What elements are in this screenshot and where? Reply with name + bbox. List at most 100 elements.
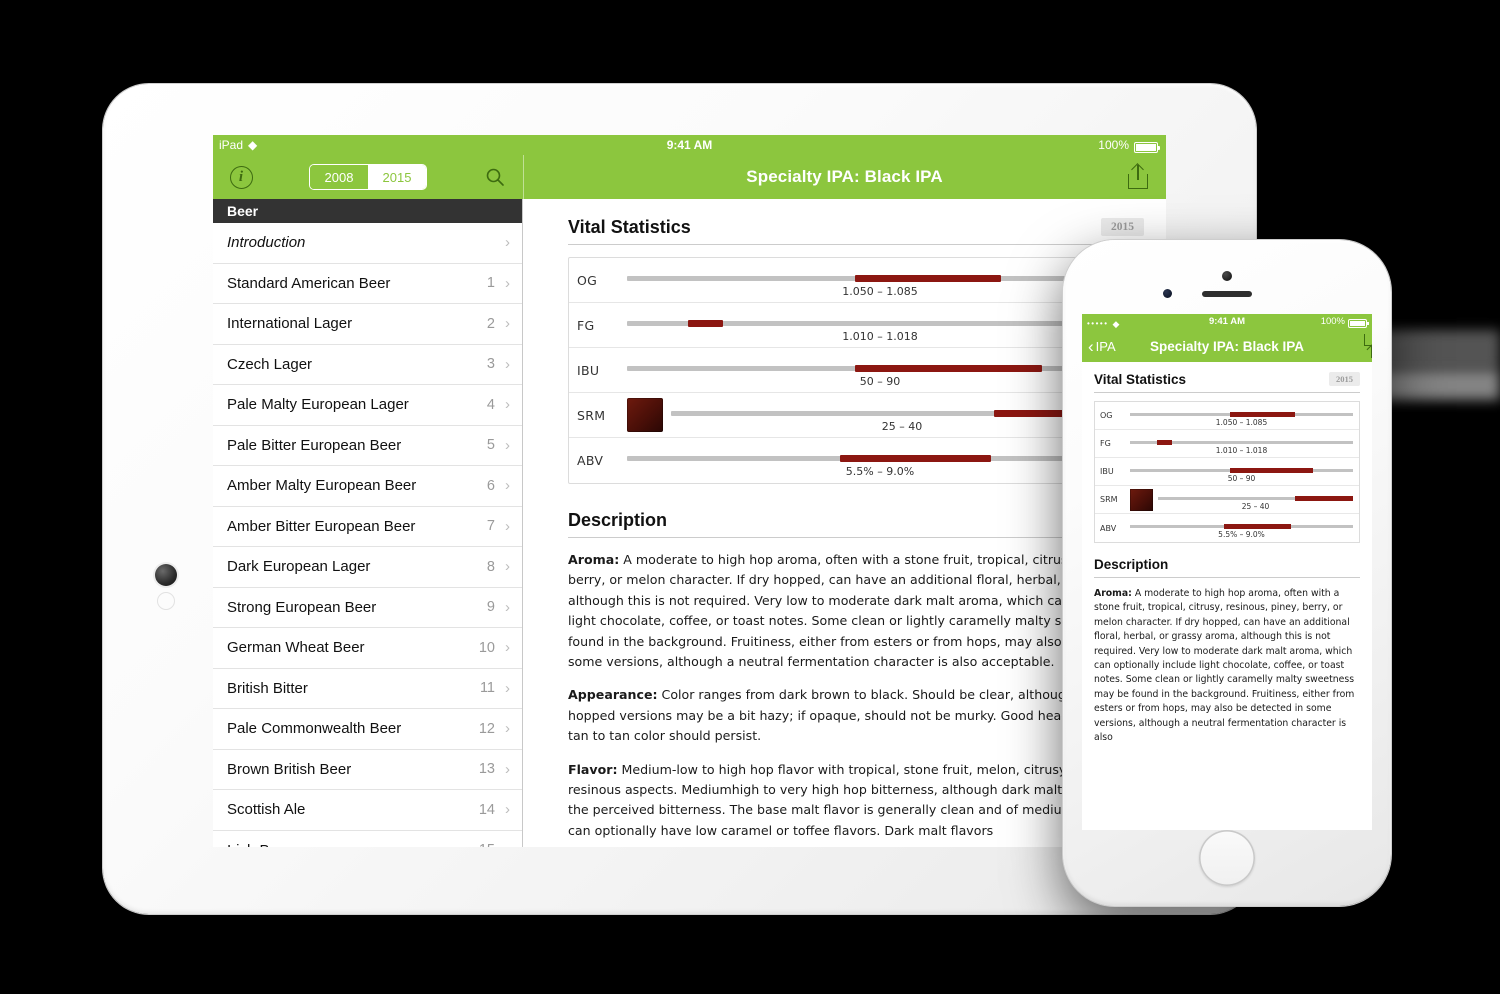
stat-row: SRM 25 – 40 bbox=[569, 393, 1143, 438]
list-item-number: 8 bbox=[486, 558, 495, 575]
chevron-right-icon: › bbox=[505, 355, 510, 373]
master-rows-container: Introduction › Standard American Beer 1 › Int… bbox=[213, 223, 522, 847]
stat-track-wrap: 5.5% – 9.0% bbox=[1130, 514, 1353, 542]
paragraph-term: Aroma: bbox=[568, 552, 620, 567]
screenshot-stage: iPad ◆ 9:41 AM 100% i 2008 2015 Specialt… bbox=[0, 0, 1500, 994]
stat-row: IBU 50 – 90 bbox=[569, 348, 1143, 393]
share-icon-glyph bbox=[1128, 163, 1148, 189]
list-item[interactable]: Amber Malty European Beer 6 › bbox=[213, 466, 522, 507]
list-item-number: 9 bbox=[486, 599, 495, 616]
master-list-header: Beer bbox=[213, 199, 522, 223]
list-item-label: Dark European Lager bbox=[227, 558, 371, 576]
stat-row: FG 1.010 – 1.018 bbox=[1095, 430, 1359, 458]
chevron-right-icon: › bbox=[505, 558, 510, 576]
list-item[interactable]: Pale Malty European Lager 4 › bbox=[213, 385, 522, 426]
list-item[interactable]: International Lager 2 › bbox=[213, 304, 522, 345]
description-heading: Description bbox=[568, 510, 1144, 538]
stat-track-wrap: 1.010 – 1.018 bbox=[627, 303, 1133, 347]
list-item-number: 2 bbox=[486, 315, 495, 332]
stat-track-wrap: 50 – 90 bbox=[627, 348, 1133, 392]
stat-value-label: 50 – 90 bbox=[859, 375, 901, 388]
stat-row: SRM 25 – 40 bbox=[1095, 486, 1359, 514]
list-item[interactable]: German Wheat Beer 10 › bbox=[213, 628, 522, 669]
segment-2015[interactable]: 2015 bbox=[368, 165, 426, 189]
list-item[interactable]: Scottish Ale 14 › bbox=[213, 790, 522, 831]
list-item-label: Amber Bitter European Beer bbox=[227, 517, 416, 535]
ipad-screen: iPad ◆ 9:41 AM 100% i 2008 2015 Specialt… bbox=[213, 135, 1166, 847]
iphone-status-right: 100% bbox=[1321, 314, 1369, 330]
iphone-navbar: ‹ IPA Specialty IPA: Black IPA bbox=[1082, 330, 1372, 362]
paragraph-term: Appearance: bbox=[568, 687, 658, 703]
chevron-right-icon: › bbox=[505, 639, 510, 657]
list-item-number: 11 bbox=[479, 680, 495, 697]
stat-range-bar bbox=[1294, 496, 1353, 501]
chevron-right-icon: › bbox=[505, 436, 510, 454]
info-icon-label: i bbox=[229, 165, 253, 189]
stat-track-wrap: 50 – 90 bbox=[1130, 458, 1353, 485]
list-item-label: German Wheat Beer bbox=[227, 639, 365, 657]
list-item-label: Pale Bitter European Beer bbox=[227, 436, 402, 454]
list-item[interactable]: Introduction › bbox=[213, 223, 522, 264]
list-item[interactable]: Irish Beer15 › bbox=[213, 830, 522, 847]
list-item-label: Introduction bbox=[227, 234, 306, 252]
stat-label: ABV bbox=[1100, 523, 1117, 533]
srm-color-swatch bbox=[1130, 488, 1153, 511]
list-item[interactable]: Amber Bitter European Beer 7 › bbox=[213, 506, 522, 547]
year-segmented-control[interactable]: 2008 2015 bbox=[309, 164, 427, 190]
stat-value-label: 50 – 90 bbox=[1227, 474, 1256, 483]
stat-value-label: 25 – 40 bbox=[1241, 502, 1270, 511]
chevron-right-icon: › bbox=[505, 679, 510, 697]
iphone-page-title: Specialty IPA: Black IPA bbox=[1149, 338, 1305, 354]
battery-icon bbox=[1134, 141, 1160, 153]
stat-track-wrap: 5.5% – 9.0% bbox=[627, 438, 1133, 483]
earpiece-speaker bbox=[1202, 291, 1252, 297]
stat-value-label: 1.010 – 1.018 bbox=[842, 330, 918, 343]
chevron-right-icon: › bbox=[505, 315, 510, 333]
list-item-label: Standard American Beer bbox=[227, 274, 391, 292]
stat-range-bar bbox=[687, 320, 724, 327]
stat-row: ABV 5.5% – 9.0% bbox=[569, 438, 1143, 483]
iphone-vital-statistics-title: Vital Statistics bbox=[1094, 372, 1187, 387]
stat-label: OG bbox=[577, 272, 598, 288]
list-item[interactable]: Czech Lager 3 › bbox=[213, 344, 522, 385]
vital-statistics-heading: Vital Statistics 2015 bbox=[568, 217, 1144, 245]
segment-2008[interactable]: 2008 bbox=[310, 165, 368, 189]
list-item[interactable]: Pale Commonwealth Beer 12 › bbox=[213, 709, 522, 750]
list-item[interactable]: Strong European Beer 9 › bbox=[213, 587, 522, 628]
page-title: Specialty IPA: Black IPA bbox=[746, 167, 943, 186]
stat-range-bar bbox=[854, 275, 1002, 282]
list-item-label: Scottish Ale bbox=[227, 801, 306, 819]
search-icon[interactable] bbox=[481, 163, 509, 191]
stat-row: ABV 5.5% – 9.0% bbox=[1095, 514, 1359, 542]
status-right: 100% bbox=[1098, 135, 1160, 155]
iphone-vital-statistics-table: OG 1.050 – 1.085 FG 1.010 – 1.018 IBU 50 – 90… bbox=[1094, 401, 1360, 543]
stat-row: FG 1.010 – 1.018 bbox=[569, 303, 1143, 348]
list-item-label: Strong European Beer bbox=[227, 598, 377, 616]
stat-track-wrap: 25 – 40 bbox=[1158, 486, 1353, 513]
iphone-home-button[interactable] bbox=[1199, 830, 1255, 886]
srm-color-swatch bbox=[627, 398, 663, 432]
stat-row: OG 1.050 – 1.085 bbox=[1095, 402, 1359, 430]
info-icon[interactable]: i bbox=[227, 163, 255, 191]
list-item[interactable]: British Bitter 11 › bbox=[213, 668, 522, 709]
stat-label: SRM bbox=[577, 407, 606, 423]
chevron-right-icon: › bbox=[505, 801, 510, 819]
front-camera-icon bbox=[1222, 271, 1232, 281]
list-item-number: 6 bbox=[486, 477, 495, 494]
chevron-right-icon: › bbox=[505, 843, 510, 847]
ipad-home-button[interactable] bbox=[155, 564, 177, 586]
iphone-paragraph-aroma: Aroma: A moderate to high hop aroma, oft… bbox=[1094, 587, 1360, 745]
search-icon-svg bbox=[486, 168, 504, 186]
iphone-description-heading: Description bbox=[1094, 557, 1360, 578]
list-item[interactable]: Pale Bitter European Beer 5 › bbox=[213, 425, 522, 466]
stat-range-bar bbox=[839, 455, 992, 462]
share-icon[interactable] bbox=[1124, 163, 1152, 191]
ipad-master-list[interactable]: Beer Introduction › Standard American Beer… bbox=[213, 199, 523, 847]
list-item[interactable]: Dark European Lager 8 › bbox=[213, 547, 522, 588]
stat-range-bar bbox=[1230, 468, 1313, 473]
list-item[interactable]: Brown British Beer 13 › bbox=[213, 749, 522, 790]
list-item-number: 13 bbox=[478, 761, 495, 778]
stat-track-wrap: 1.010 – 1.018 bbox=[1130, 430, 1353, 457]
paragraph-term: Flavor: bbox=[568, 761, 618, 777]
list-item[interactable]: Standard American Beer 1 › bbox=[213, 263, 522, 304]
